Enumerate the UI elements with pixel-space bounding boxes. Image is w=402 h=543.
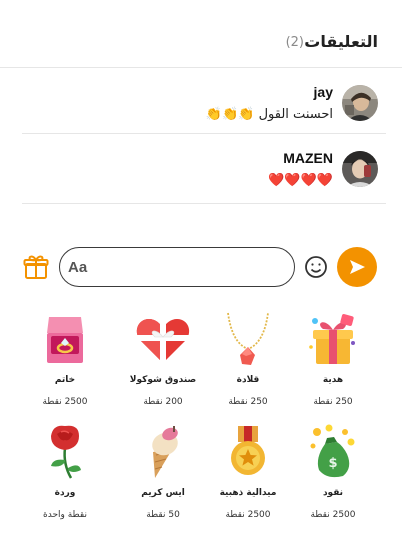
gift-name: وردة [54,488,76,498]
comment-author[interactable]: MAZEN [283,150,333,166]
avatar[interactable] [342,151,378,187]
gift-item[interactable]: قلادة 250 نقطة [202,305,294,415]
gift-item[interactable]: خاتم 2500 نقطة [19,305,111,415]
gift-item[interactable]: صندوق شوكولا 200 نقطة [117,305,209,415]
gift-item[interactable]: $ نقود 2500 نقطة [287,418,379,528]
comment-input-box [59,247,295,287]
gift-name: خاتم [54,375,76,385]
comment-item: MAZEN ❤️❤️❤️❤️ [22,134,386,204]
gift-item[interactable]: ايس كريم 50 نقطة [117,418,209,528]
comment-author[interactable]: jay [314,84,333,100]
gift-name: ميدالية ذهبية [219,488,277,498]
ice-cream-icon [133,422,193,482]
gift-price: 250 نقطة [313,397,353,407]
money-bag-icon: $ [303,422,363,482]
heart-icon: ❤️❤️❤️❤️ [268,173,333,188]
ring-icon [35,309,95,369]
gift-box-icon [303,309,363,369]
header-title: التعليقات [304,32,378,51]
gift-price: 2500 نقطة [310,510,356,520]
comment-composer [0,245,402,289]
gift-name: قلادة [236,375,260,385]
gift-name: ايس كريم [141,488,185,498]
svg-text:$: $ [328,456,337,471]
gift-price: نقطة واحدة [43,510,87,520]
gift-price: 250 نقطة [228,397,268,407]
gift-price: 200 نقطة [143,397,183,407]
gift-name: نقود [322,488,344,498]
comment-count: (2) [285,35,304,50]
gift-item[interactable]: ميدالية ذهبية 2500 نقطة [202,418,294,528]
gift-name: صندوق شوكولا [129,375,197,385]
gift-price: 50 نقطة [146,510,180,520]
avatar[interactable] [342,85,378,121]
comment-text: احسنت القول 👏👏👏 [203,107,333,122]
gift-item[interactable]: وردة نقطة واحدة [19,418,111,528]
comments-header: التعليقات (2) [0,0,402,68]
gift-grid: هدية 250 نقطة قلادة 250 نقطة صندوق شوكول… [0,305,402,535]
gift-icon[interactable] [22,253,50,281]
comment-text: ❤️❤️❤️❤️ [265,173,333,188]
gift-price: 2500 نقطة [42,397,88,407]
gift-name: هدية [322,375,344,385]
send-icon [350,260,365,274]
clapping-hands-icon: 👏👏👏 [205,107,255,122]
comment-input[interactable] [68,254,288,280]
comment-body: احسنت القول [258,107,333,122]
comment-item: jay احسنت القول 👏👏👏 [22,68,386,134]
necklace-icon [218,309,278,369]
gift-price: 2500 نقطة [225,510,271,520]
gift-item[interactable]: هدية 250 نقطة [287,305,379,415]
emoji-smile-icon[interactable] [304,255,328,279]
gold-medal-icon [218,422,278,482]
rose-icon [35,422,95,482]
send-button[interactable] [337,247,377,287]
chocolate-box-icon [133,309,193,369]
